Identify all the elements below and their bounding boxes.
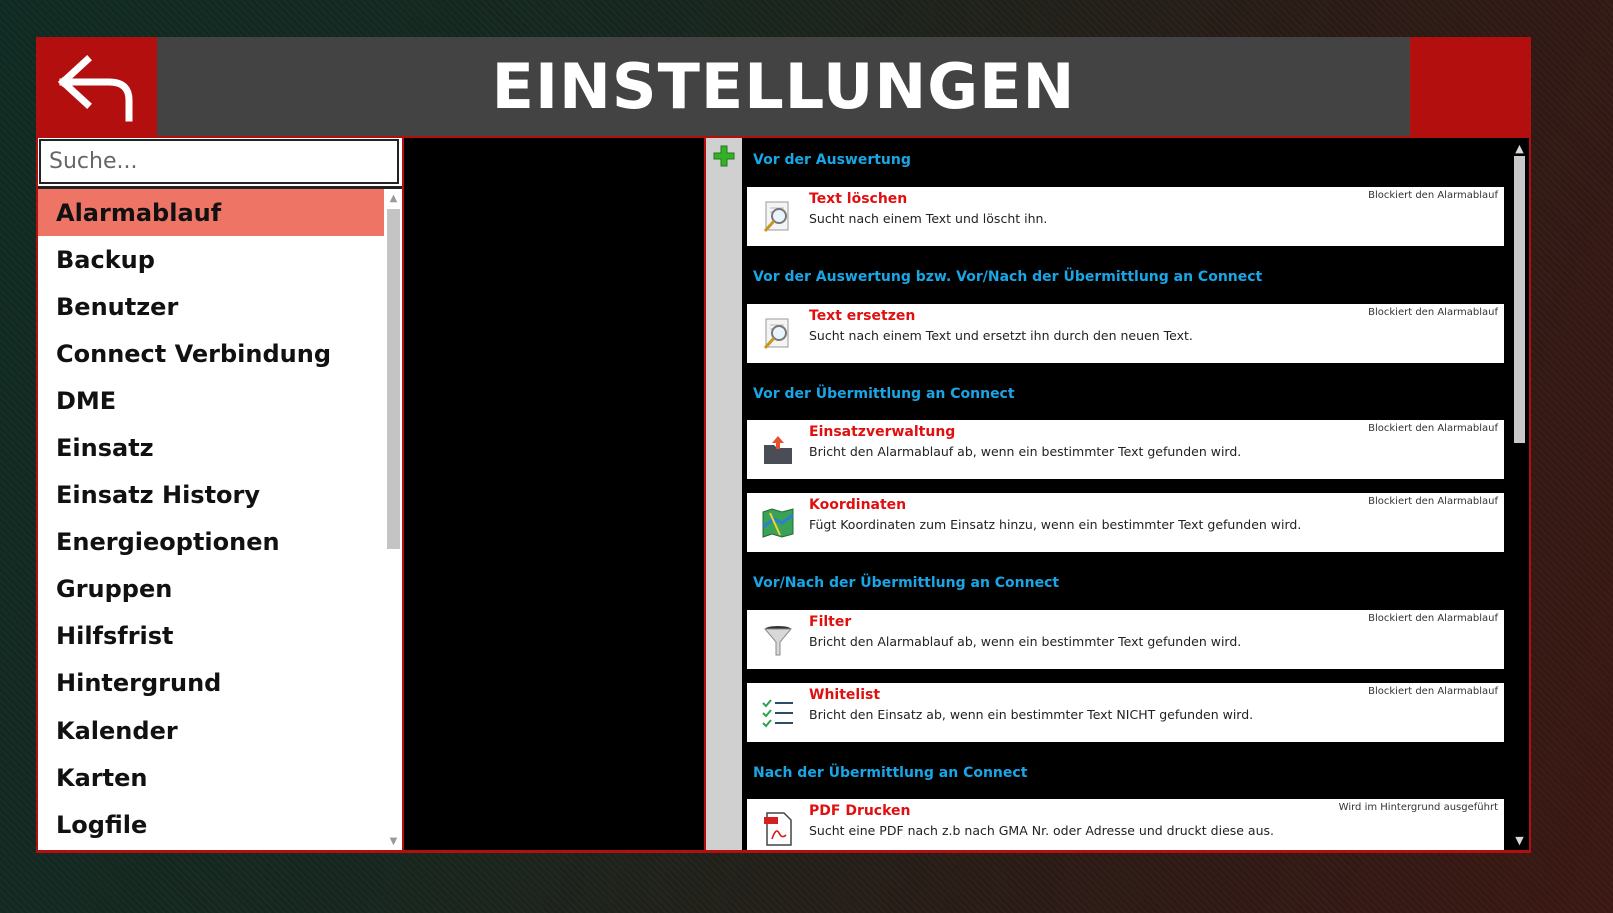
add-button[interactable] bbox=[712, 144, 736, 168]
sidebar-item-label: Hilfsfrist bbox=[56, 622, 174, 651]
section-title: Vor der Auswertung bzw. Vor/Nach der Übe… bbox=[753, 269, 1263, 285]
sidebar-item-label: Benutzer bbox=[56, 292, 179, 321]
section-title: Vor/Nach der Übermittlung an Connect bbox=[753, 575, 1060, 591]
section-title: Vor der Übermittlung an Connect bbox=[753, 386, 1015, 402]
sidebar-item-connect-verbindung[interactable]: Connect Verbindung bbox=[38, 330, 384, 377]
page-title: EINSTELLUNGEN bbox=[491, 50, 1076, 123]
section-title: Nach der Übermittlung an Connect bbox=[753, 765, 1028, 781]
sidebar-item-energieoptionen[interactable]: Energieoptionen bbox=[38, 519, 384, 566]
card-status: Blockiert den Alarmablauf bbox=[1368, 423, 1498, 434]
sidebar-item-label: Einsatz History bbox=[56, 481, 261, 510]
scroll-up-arrow-icon[interactable]: ▲ bbox=[1512, 142, 1527, 155]
search-box bbox=[39, 139, 399, 184]
sidebar-item-label: Gruppen bbox=[56, 575, 173, 604]
scroll-down-arrow-icon[interactable]: ▼ bbox=[1512, 834, 1527, 847]
card-title: Koordinaten bbox=[809, 497, 907, 513]
sidebar-item-hilfsfrist[interactable]: Hilfsfrist bbox=[38, 613, 384, 660]
card-status: Blockiert den Alarmablauf bbox=[1368, 686, 1498, 697]
sidebar-item-label: Logfile bbox=[56, 810, 148, 839]
sidebar-item-label: Einsatz bbox=[56, 434, 154, 463]
card-status: Blockiert den Alarmablauf bbox=[1368, 613, 1498, 624]
search-document-icon bbox=[763, 201, 789, 233]
card-title: Text ersetzen bbox=[809, 308, 916, 324]
sidebar-item-dme[interactable]: DME bbox=[38, 377, 384, 424]
sidebar-item-label: Energieoptionen bbox=[56, 528, 280, 557]
card-title: Filter bbox=[809, 614, 852, 630]
main-body: Alarmablauf Backup Benutzer Connect Verb… bbox=[36, 136, 1531, 853]
action-card-pdf-drucken[interactable]: PDF Drucken Sucht eine PDF nach z.b nach… bbox=[747, 799, 1504, 850]
sidebar-item-benutzer[interactable]: Benutzer bbox=[38, 283, 384, 330]
title-bar: EINSTELLUNGEN bbox=[157, 37, 1410, 136]
search-document-icon bbox=[763, 318, 789, 350]
card-title: PDF Drucken bbox=[809, 803, 911, 819]
sidebar: Alarmablauf Backup Benutzer Connect Verb… bbox=[38, 138, 402, 850]
card-description: Sucht nach einem Text und löscht ihn. bbox=[809, 211, 1048, 226]
card-title: Text löschen bbox=[809, 191, 908, 207]
card-description: Sucht eine PDF nach z.b nach GMA Nr. ode… bbox=[809, 823, 1275, 838]
sidebar-item-hintergrund[interactable]: Hintergrund bbox=[38, 660, 384, 707]
search-input[interactable] bbox=[41, 141, 397, 182]
sidebar-item-label: Alarmablauf bbox=[56, 198, 222, 227]
scroll-down-arrow-icon[interactable]: ▼ bbox=[385, 834, 402, 848]
action-card-text-ersetzen[interactable]: Text ersetzen Sucht nach einem Text und … bbox=[747, 304, 1504, 363]
card-status: Blockiert den Alarmablauf bbox=[1368, 496, 1498, 507]
scroll-up-arrow-icon[interactable]: ▲ bbox=[385, 191, 402, 205]
sidebar-item-kalender[interactable]: Kalender bbox=[38, 707, 384, 754]
action-card-einsatzverwaltung[interactable]: Einsatzverwaltung Bricht den Alarmablauf… bbox=[747, 420, 1504, 479]
sidebar-item-label: Karten bbox=[56, 763, 148, 792]
card-status: Blockiert den Alarmablauf bbox=[1368, 307, 1498, 318]
card-description: Sucht nach einem Text und ersetzt ihn du… bbox=[809, 328, 1193, 343]
card-title: Whitelist bbox=[809, 687, 881, 703]
content-scroll-thumb[interactable] bbox=[1514, 156, 1525, 443]
sidebar-item-label: Connect Verbindung bbox=[56, 339, 332, 368]
settings-window: EINSTELLUNGEN Alarmablauf Backup Benutze… bbox=[36, 37, 1531, 853]
sidebar-item-label: DME bbox=[56, 386, 117, 415]
sidebar-item-label: Backup bbox=[56, 245, 155, 274]
sidebar-scroll-thumb[interactable] bbox=[387, 209, 400, 549]
pdf-icon bbox=[764, 812, 792, 846]
sidebar-item-einsatz-history[interactable]: Einsatz History bbox=[38, 472, 384, 519]
action-card-text-loeschen[interactable]: Text löschen Sucht nach einem Text und l… bbox=[747, 187, 1504, 246]
action-card-whitelist[interactable]: Whitelist Bricht den Einsatz ab, wenn ei… bbox=[747, 683, 1504, 742]
sidebar-item-alarmablauf[interactable]: Alarmablauf bbox=[38, 189, 384, 237]
card-status: Blockiert den Alarmablauf bbox=[1368, 190, 1498, 201]
card-description: Fügt Koordinaten zum Einsatz hinzu, wenn… bbox=[809, 517, 1302, 532]
sidebar-list: Alarmablauf Backup Benutzer Connect Verb… bbox=[38, 189, 384, 850]
arrow-back-icon bbox=[57, 54, 132, 121]
preview-area bbox=[404, 138, 704, 850]
card-description: Bricht den Alarmablauf ab, wenn ein best… bbox=[809, 634, 1242, 649]
plus-icon bbox=[713, 145, 735, 167]
content-scrollbar[interactable]: ▲ ▼ bbox=[1510, 138, 1529, 850]
header: EINSTELLUNGEN bbox=[36, 37, 1531, 136]
card-title: Einsatzverwaltung bbox=[809, 424, 956, 440]
card-description: Bricht den Alarmablauf ab, wenn ein best… bbox=[809, 444, 1242, 459]
sidebar-item-gruppen[interactable]: Gruppen bbox=[38, 566, 384, 613]
card-status: Wird im Hintergrund ausgeführt bbox=[1338, 802, 1498, 813]
checklist-icon bbox=[762, 699, 793, 728]
back-button[interactable] bbox=[36, 37, 155, 136]
sidebar-item-label: Hintergrund bbox=[56, 669, 222, 698]
section-title: Vor der Auswertung bbox=[753, 152, 911, 168]
sidebar-scrollbar[interactable]: ▲ ▼ bbox=[385, 189, 402, 850]
toolbar-gutter bbox=[706, 138, 742, 850]
action-list: Vor der Auswertung Text löschen Sucht na… bbox=[742, 138, 1510, 850]
folder-upload-icon bbox=[764, 436, 792, 464]
map-icon bbox=[762, 508, 794, 538]
sidebar-item-label: Kalender bbox=[56, 716, 178, 745]
sidebar-item-backup[interactable]: Backup bbox=[38, 236, 384, 283]
funnel-icon bbox=[763, 626, 793, 656]
action-card-filter[interactable]: Filter Bricht den Alarmablauf ab, wenn e… bbox=[747, 610, 1504, 669]
sidebar-item-einsatz[interactable]: Einsatz bbox=[38, 424, 384, 471]
sidebar-item-logfile[interactable]: Logfile bbox=[38, 801, 384, 848]
sidebar-item-karten[interactable]: Karten bbox=[38, 754, 384, 801]
card-description: Bricht den Einsatz ab, wenn ein bestimmt… bbox=[809, 707, 1254, 722]
action-card-koordinaten[interactable]: Koordinaten Fügt Koordinaten zum Einsatz… bbox=[747, 493, 1504, 552]
